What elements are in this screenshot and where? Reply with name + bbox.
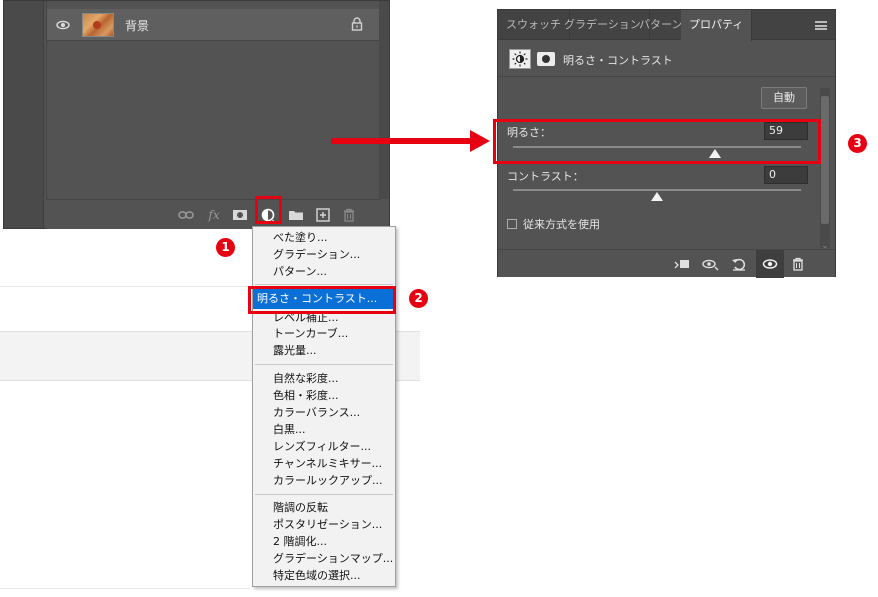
properties-scrollbar[interactable]: ⌄ xyxy=(820,88,830,251)
arrow-shaft xyxy=(331,138,473,144)
highlight-box-brightness-contrast xyxy=(248,286,396,314)
layer-thumbnail xyxy=(82,13,114,37)
menu-separator xyxy=(255,494,393,495)
menu-item-photo-filter[interactable]: レンズフィルター... xyxy=(273,439,371,455)
layers-toolbar: fx xyxy=(46,199,380,229)
menu-item-exposure[interactable]: 露光量... xyxy=(273,343,317,359)
tab-properties[interactable]: プロパティ xyxy=(681,10,753,41)
step-badge-1: 1 xyxy=(216,238,235,257)
layers-panel: 背景 fx xyxy=(3,0,390,229)
panel-menu-icon[interactable] xyxy=(815,21,827,30)
scroll-thumb[interactable] xyxy=(821,96,829,224)
menu-item-gradient[interactable]: グラデーション... xyxy=(273,247,360,263)
step-badge-2: 2 xyxy=(409,289,428,308)
visibility-eye-icon[interactable] xyxy=(762,256,778,272)
highlight-box-brightness-slider xyxy=(493,119,821,164)
legacy-checkbox-row[interactable]: 従来方式を使用 xyxy=(507,216,600,232)
view-previous-icon[interactable] xyxy=(702,256,719,272)
clip-icon[interactable] xyxy=(674,256,690,272)
menu-item-color-balance[interactable]: カラーバランス... xyxy=(273,405,360,421)
menu-separator xyxy=(255,284,393,285)
brightness-sun-icon[interactable] xyxy=(509,49,531,69)
page-divider xyxy=(0,286,250,287)
page-divider-bottom xyxy=(0,588,250,589)
legacy-checkbox[interactable] xyxy=(507,219,517,229)
legacy-label: 従来方式を使用 xyxy=(523,218,600,231)
trash-icon[interactable] xyxy=(341,207,357,223)
adjustment-layer-menu: べた塗り... グラデーション... パターン... 明るさ・コントラスト...… xyxy=(252,226,396,587)
contrast-slider-thumb[interactable] xyxy=(651,192,663,201)
trash-icon[interactable] xyxy=(790,256,806,272)
menu-item-pattern[interactable]: パターン... xyxy=(273,264,327,280)
menu-item-solid-color[interactable]: べた塗り... xyxy=(273,230,328,246)
folder-icon[interactable] xyxy=(288,207,304,223)
reset-icon[interactable] xyxy=(731,256,747,272)
highlight-box-adjustment-button xyxy=(255,196,282,224)
step-badge-3: 3 xyxy=(848,134,867,153)
contrast-slider-track[interactable] xyxy=(513,189,801,191)
layer-row-background[interactable]: 背景 xyxy=(47,9,381,41)
contrast-value-field[interactable]: 0 xyxy=(764,166,808,184)
arrow-head xyxy=(470,130,490,152)
eye-icon[interactable] xyxy=(56,18,70,32)
mask-icon[interactable] xyxy=(232,207,248,223)
layer-mask-icon[interactable] xyxy=(537,52,555,66)
link-icon[interactable] xyxy=(178,207,194,223)
menu-item-posterize[interactable]: ポスタリゼーション... xyxy=(273,517,382,533)
layers-scrollbar[interactable] xyxy=(379,1,389,199)
menu-item-color-lookup[interactable]: カラールックアップ... xyxy=(273,473,383,489)
new-layer-icon[interactable] xyxy=(315,207,331,223)
properties-footer xyxy=(498,249,835,278)
menu-item-vibrance[interactable]: 自然な彩度... xyxy=(273,371,339,387)
menu-item-threshold[interactable]: 2 階調化... xyxy=(273,534,327,550)
menu-separator xyxy=(255,364,393,365)
layers-list: 背景 xyxy=(46,1,381,199)
contrast-label: コントラスト： xyxy=(507,170,584,183)
lock-icon xyxy=(351,17,363,31)
menu-item-selective-color[interactable]: 特定色域の選択... xyxy=(273,568,361,584)
menu-item-invert[interactable]: 階調の反転 xyxy=(273,500,328,516)
adjustment-title: 明るさ・コントラスト xyxy=(563,54,673,67)
menu-item-curves[interactable]: トーンカーブ... xyxy=(273,326,348,342)
auto-button[interactable]: 自動 xyxy=(761,87,807,109)
menu-item-hue-saturation[interactable]: 色相・彩度... xyxy=(273,388,339,404)
menu-item-channel-mixer[interactable]: チャンネルミキサー... xyxy=(273,456,382,472)
layer-name: 背景 xyxy=(125,19,150,33)
menu-item-gradient-map[interactable]: グラデーションマップ... xyxy=(273,551,393,567)
layers-gutter xyxy=(4,1,44,228)
panel-tabs: スウォッチ グラデーション パターン プロパティ xyxy=(498,10,835,41)
fx-icon[interactable]: fx xyxy=(206,207,222,223)
properties-header: 明るさ・コントラスト xyxy=(498,41,835,77)
menu-item-black-white[interactable]: 白黒... xyxy=(273,422,306,438)
